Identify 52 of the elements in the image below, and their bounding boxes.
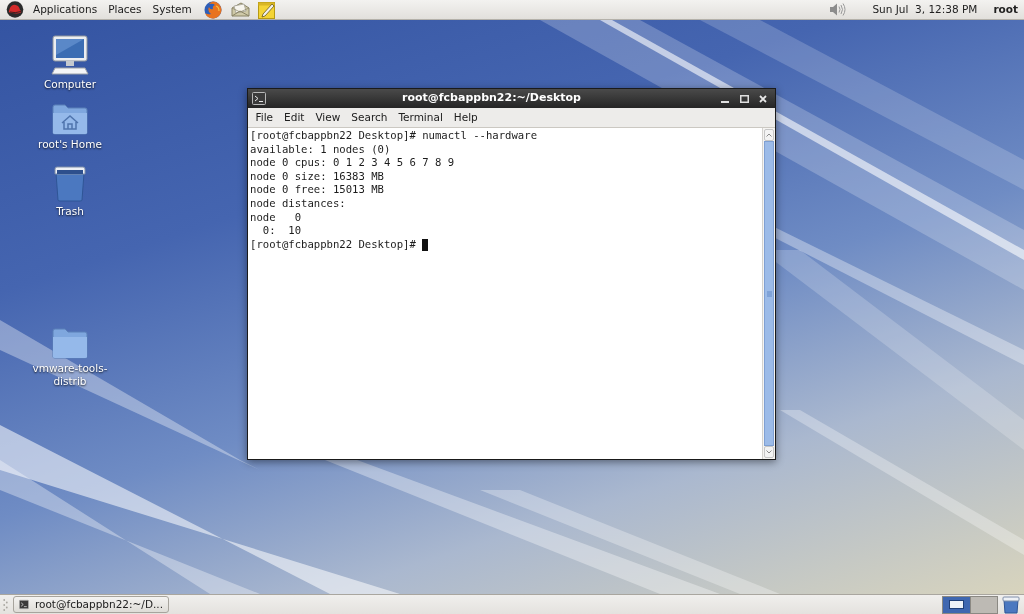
scroll-up-button[interactable]: [764, 129, 774, 141]
panel-menu[interactable]: Applications: [28, 0, 103, 19]
menu-item[interactable]: Search: [345, 108, 393, 127]
terminal-icon: [19, 598, 29, 611]
terminal-output-line: available: 1 nodes (0): [250, 142, 391, 157]
window-preview-icon: [949, 600, 964, 609]
title-bar[interactable]: root@fcbappbn22:~/Desktop: [248, 89, 775, 108]
envelope-icon[interactable]: [230, 1, 250, 18]
scrollbar-thumb[interactable]: [764, 141, 774, 446]
menu-item[interactable]: Edit: [278, 108, 310, 127]
panel-clock[interactable]: Sun Jul 3, 12:38 PM: [872, 1, 978, 18]
desktop-icon-label[interactable]: Computer: [30, 78, 110, 91]
terminal-output-line: node 0 size: 16383 MB: [250, 169, 384, 184]
menu-item[interactable]: View: [309, 108, 346, 127]
trash-icon[interactable]: [1002, 595, 1020, 614]
chevron-down-icon: [766, 450, 772, 454]
trash-icon: [53, 166, 87, 202]
hat-logo-icon[interactable]: [6, 1, 24, 18]
desktop-icon-label[interactable]: root's Home: [30, 138, 110, 151]
grip-lines-icon: [766, 290, 772, 297]
menu-item[interactable]: Help: [448, 108, 484, 127]
terminal-output-line: [root@fcbappbn22 Desktop]# numactl --hardware: [250, 129, 537, 143]
drag-handle-icon[interactable]: [3, 597, 8, 612]
home-folder-icon: [52, 103, 88, 135]
speaker-icon[interactable]: [829, 2, 847, 17]
terminal-output-line: node 0: [250, 210, 302, 225]
panel-menu[interactable]: System: [147, 0, 197, 19]
chevron-up-icon: [766, 133, 772, 137]
user-name[interactable]: root: [993, 1, 1018, 18]
workspace-button[interactable]: [943, 596, 970, 613]
taskbar-window-button[interactable]: root@fcbappbn22:~/D...: [13, 596, 169, 613]
terminal-icon: [252, 92, 266, 105]
scroll-down-button[interactable]: [764, 446, 774, 458]
minimize-icon: [721, 100, 729, 103]
panel-menu[interactable]: Places: [103, 0, 147, 19]
terminal-output-line: node 0 free: 15013 MB: [250, 183, 384, 197]
desktop-icon-label[interactable]: Trash: [30, 205, 110, 218]
menu-item[interactable]: File: [250, 108, 279, 127]
globe-icon[interactable]: [203, 0, 222, 19]
window-title: root@fcbappbn22:~/Desktop: [401, 90, 582, 107]
folder-icon: [52, 327, 88, 359]
terminal-output-line: node distances:: [250, 196, 346, 211]
scrollbar[interactable]: [762, 128, 775, 459]
terminal-output-line: 0: 10: [261, 224, 302, 238]
shell-prompt: [root@fcbappbn22 Desktop]#: [250, 237, 416, 252]
terminal-output-line: node 0 cpus: 0 1 2 3 4 5 6 7 8 9: [250, 156, 455, 170]
notepad-icon[interactable]: [257, 0, 276, 19]
block-cursor-icon: [422, 238, 429, 251]
close-icon: [759, 94, 767, 103]
maximize-icon: [739, 94, 749, 103]
computer-icon: [51, 35, 89, 75]
menu-item[interactable]: Terminal: [392, 108, 449, 127]
